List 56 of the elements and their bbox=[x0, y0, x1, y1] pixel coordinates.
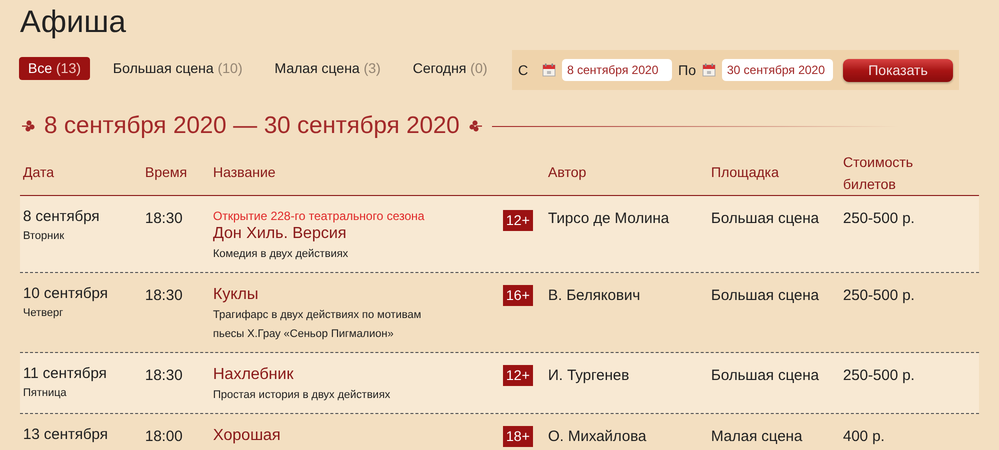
column-header: Время bbox=[145, 163, 188, 182]
event-price: 250-500 р. bbox=[843, 210, 915, 227]
ornament-icon bbox=[20, 119, 36, 133]
event-title-link[interactable]: Куклы bbox=[213, 285, 483, 305]
event-price: 400 р. bbox=[843, 428, 885, 445]
event-description: Комедия в двух действиях bbox=[213, 247, 350, 262]
event-author: О. Михайлова bbox=[548, 428, 646, 445]
from-label: С bbox=[518, 60, 528, 80]
event-title-link[interactable]: Нахлебник bbox=[213, 365, 483, 385]
event-date: 8 сентября bbox=[23, 208, 101, 226]
event-author: И. Тургенев bbox=[548, 367, 630, 384]
ornament-icon bbox=[468, 119, 484, 133]
event-title-link[interactable]: Хорошая bbox=[213, 426, 483, 446]
event-time: 18:30 bbox=[145, 367, 183, 384]
column-header: Стоимость билетов bbox=[843, 152, 914, 194]
to-label: По bbox=[678, 60, 696, 80]
column-header: Дата bbox=[23, 163, 54, 182]
from-date-field[interactable]: 8 сентября 2020 bbox=[562, 59, 672, 81]
page-title: Афиша bbox=[20, 4, 127, 40]
event-price: 250-500 р. bbox=[843, 367, 915, 384]
event-date: 11 сентября bbox=[23, 365, 108, 383]
event-venue: Большая сцена bbox=[711, 210, 819, 227]
filter-tab[interactable]: Сегодня (0) bbox=[404, 57, 496, 80]
column-header: Автор bbox=[548, 163, 586, 182]
to-date-field[interactable]: 30 сентября 2020 bbox=[722, 59, 833, 81]
event-note: Открытие 228-го театрального сезона bbox=[213, 208, 426, 224]
event-weekday: Четверг bbox=[23, 306, 64, 321]
event-venue: Малая сцена bbox=[711, 428, 802, 445]
filter-tab[interactable]: Малая сцена (3) bbox=[266, 57, 390, 80]
event-venue: Большая сцена bbox=[711, 287, 819, 304]
filter-tab[interactable]: Большая сцена (10) bbox=[104, 57, 252, 80]
event-date: 10 сентября bbox=[23, 285, 109, 303]
column-header: Название bbox=[213, 163, 276, 182]
event-title-link[interactable]: Дон Хиль. Версия bbox=[213, 224, 483, 244]
filter-tab[interactable]: Все (13) bbox=[19, 57, 90, 80]
event-venue: Большая сцена bbox=[711, 367, 819, 384]
calendar-icon[interactable] bbox=[702, 63, 716, 77]
event-time: 18:30 bbox=[145, 210, 183, 227]
event-weekday: Пятница bbox=[23, 386, 68, 401]
period-heading: 8 сентября 2020 — 30 сентября 2020 bbox=[44, 111, 460, 141]
event-time: 18:30 bbox=[145, 287, 183, 304]
age-rating-badge: 16+ bbox=[503, 285, 533, 306]
column-header: Площадка bbox=[711, 163, 779, 182]
event-weekday: Вторник bbox=[23, 229, 66, 244]
age-rating-badge: 18+ bbox=[503, 426, 533, 447]
show-button[interactable]: Показать bbox=[842, 58, 953, 82]
event-time: 18:00 bbox=[145, 428, 183, 445]
event-description: Трагифарс в двух действиях по мотивам пьесы Х.Грау «Сеньор Пигмалион» bbox=[213, 308, 422, 342]
event-author: Тирсо де Молина bbox=[548, 210, 670, 227]
event-date: 13 сентября bbox=[23, 426, 109, 444]
event-description: Простая история в двух действиях bbox=[213, 388, 392, 403]
event-author: В. Белякович bbox=[548, 287, 640, 304]
age-rating-badge: 12+ bbox=[503, 210, 533, 231]
calendar-icon[interactable] bbox=[542, 63, 556, 77]
event-price: 250-500 р. bbox=[843, 287, 915, 304]
age-rating-badge: 12+ bbox=[503, 365, 533, 386]
